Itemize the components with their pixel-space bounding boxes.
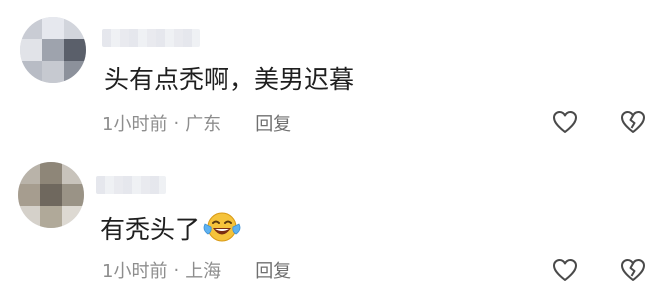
- laughing-crying-emoji-icon: [202, 210, 242, 252]
- comment-time: 1小时前: [102, 261, 168, 282]
- avatar[interactable]: [18, 162, 84, 228]
- heart-outline-icon[interactable]: [552, 110, 578, 134]
- comment-time: 1小时前: [102, 114, 168, 135]
- heart-outline-icon[interactable]: [552, 258, 578, 282]
- comment-meta: 1小时前 · 上海 回复: [102, 257, 291, 283]
- username-blurred[interactable]: [102, 29, 200, 47]
- comment-text: 有秃头了: [100, 210, 242, 252]
- broken-heart-icon[interactable]: [620, 258, 646, 282]
- comment-location: 广东: [185, 114, 222, 135]
- comment-text-content: 有秃头了: [100, 215, 201, 244]
- reply-button[interactable]: 回复: [255, 257, 291, 283]
- meta-separator: ·: [173, 112, 180, 134]
- username-blurred[interactable]: [96, 176, 166, 194]
- meta-separator: ·: [173, 259, 180, 281]
- reply-button[interactable]: 回复: [255, 110, 291, 136]
- comment-meta: 1小时前 · 广东 回复: [102, 110, 291, 136]
- comment-location: 上海: [185, 261, 222, 282]
- broken-heart-icon[interactable]: [620, 110, 646, 134]
- avatar[interactable]: [20, 17, 86, 83]
- comment-text: 头有点秃啊，美男迟暮: [104, 65, 355, 94]
